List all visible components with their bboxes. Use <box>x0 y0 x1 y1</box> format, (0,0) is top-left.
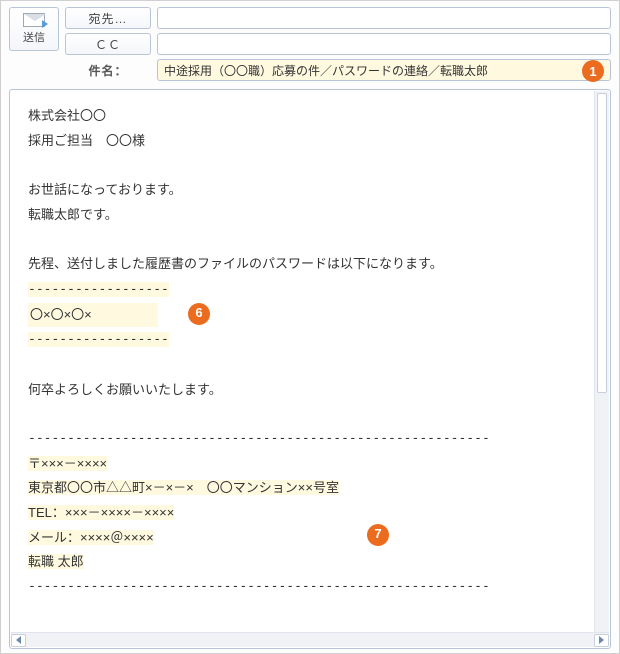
signature-block: 〒×××－×××× 東京都〇〇市△△町×－×－× 〇〇マンション××号室 TEL… <box>28 452 339 575</box>
header: 送信 宛先… ＣＣ 件名： 中途採用（〇〇職）応募の件／パスワードの連絡／転職太… <box>1 1 619 85</box>
scroll-right-button[interactable] <box>594 634 609 647</box>
password-value: 〇×〇×〇× <box>28 303 158 328</box>
chevron-left-icon <box>16 636 21 644</box>
send-arrow-icon <box>42 20 48 28</box>
subject-input[interactable]: 中途採用（〇〇職）応募の件／パスワードの連絡／転職太郎 1 <box>157 59 611 81</box>
body-line: 先程、送付しました履歴書のファイルのパスワードは以下になります。 <box>28 252 592 277</box>
sig-line: メール：××××＠×××× <box>28 530 154 545</box>
vertical-scrollbar[interactable] <box>594 91 609 632</box>
dash-line: ------------------ <box>28 282 169 297</box>
sig-line: 〒×××－×××× <box>28 456 107 471</box>
cc-button[interactable]: ＣＣ <box>65 33 151 55</box>
envelope-icon <box>23 13 45 27</box>
sig-line: 東京都〇〇市△△町×－×－× 〇〇マンション××号室 <box>28 480 339 495</box>
send-label: 送信 <box>23 29 45 45</box>
body-line: 何卒よろしくお願いいたします。 <box>28 378 592 403</box>
body-content[interactable]: 株式会社〇〇 採用ご担当 〇〇様 お世話になっております。 転職太郎です。 先程… <box>10 90 610 632</box>
body-line: 転職太郎です。 <box>28 203 592 228</box>
dash-line: ----------------------------------------… <box>28 575 592 600</box>
horizontal-scrollbar[interactable] <box>11 632 609 647</box>
send-cell: 送信 <box>9 7 59 55</box>
to-button[interactable]: 宛先… <box>65 7 151 29</box>
dash-line: ------------------ <box>28 332 169 347</box>
sig-line: 転職 太郎 <box>28 554 84 569</box>
send-button[interactable]: 送信 <box>9 7 59 51</box>
body-line: 株式会社〇〇 <box>28 104 592 129</box>
badge-7: 7 <box>367 524 389 546</box>
sig-line: TEL：×××－××××－×××× <box>28 505 174 520</box>
body-area: 株式会社〇〇 採用ご担当 〇〇様 お世話になっております。 転職太郎です。 先程… <box>9 89 611 649</box>
compose-window: 送信 宛先… ＣＣ 件名： 中途採用（〇〇職）応募の件／パスワードの連絡／転職太… <box>0 0 620 654</box>
subject-label: 件名： <box>65 62 151 79</box>
chevron-right-icon <box>599 636 604 644</box>
scroll-left-button[interactable] <box>11 634 26 647</box>
scroll-thumb[interactable] <box>597 93 607 393</box>
to-input[interactable] <box>157 7 611 29</box>
subject-text: 中途採用（〇〇職）応募の件／パスワードの連絡／転職太郎 <box>164 62 488 79</box>
body-line: お世話になっております。 <box>28 178 592 203</box>
badge-1: 1 <box>582 60 604 82</box>
cc-input[interactable] <box>157 33 611 55</box>
badge-6: 6 <box>188 303 210 325</box>
dash-line: ----------------------------------------… <box>28 427 592 452</box>
body-line: 採用ご担当 〇〇様 <box>28 129 592 154</box>
